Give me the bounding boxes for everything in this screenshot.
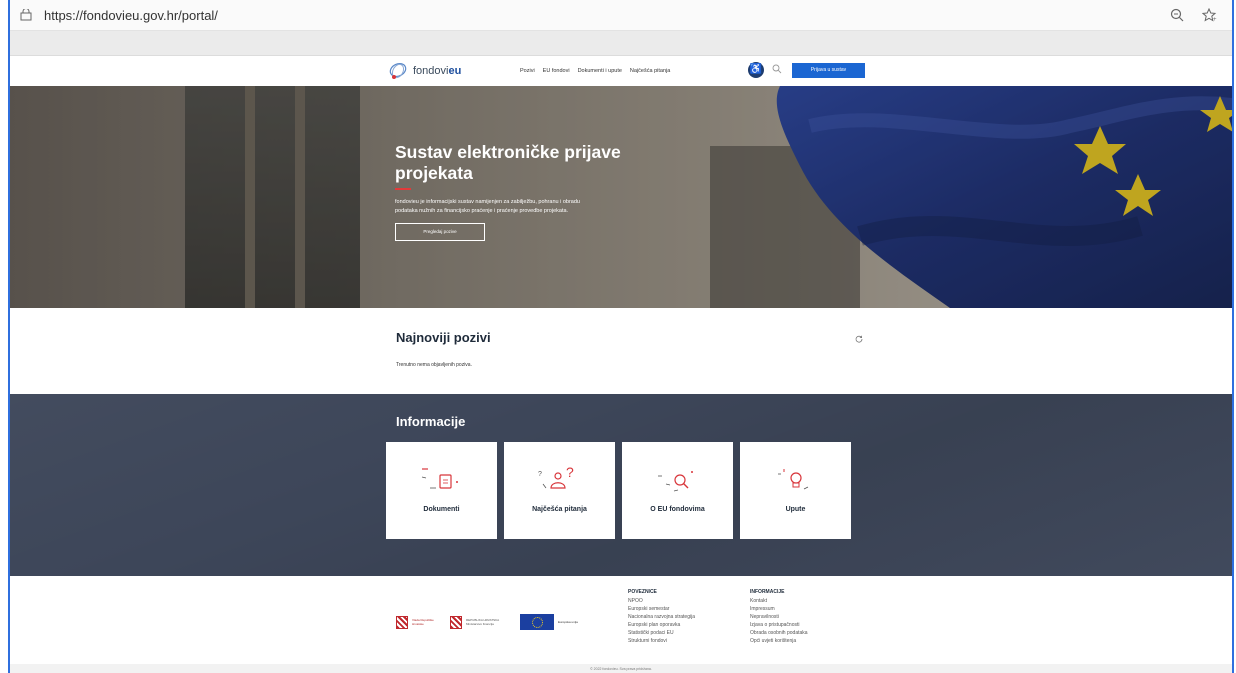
hero-content: Sustav elektroničke prijave projekata fo… xyxy=(395,142,625,241)
logo-suffix: eu xyxy=(448,65,462,77)
zoom-icon[interactable] xyxy=(1170,8,1184,22)
card-label: Najčešća pitanja xyxy=(532,506,587,513)
url-text[interactable]: https://fondovieu.gov.hr/portal/ xyxy=(44,8,218,23)
site-header: fondovieu Pozivi EU fondovi Dokumenti i … xyxy=(10,58,1232,86)
page-info-icon[interactable] xyxy=(20,9,32,21)
logo-prefix: fondovi xyxy=(413,65,449,77)
information-title: Informacije xyxy=(396,414,466,429)
latest-calls-section: Najnoviji pozivi Trenutno nema objavljen… xyxy=(10,308,1232,394)
croatian-crest-icon xyxy=(396,615,408,629)
address-bar: https://fondovieu.gov.hr/portal/ + xyxy=(10,0,1232,31)
card-o-eu-fondovima[interactable]: O EU fondovima xyxy=(622,442,733,539)
footer-links-informacije: INFORMACIJE Kontakt Impressum Nepravilno… xyxy=(750,588,808,645)
svg-text:?: ? xyxy=(538,471,542,478)
browser-toolbar-strip xyxy=(10,31,1232,56)
footer-link[interactable]: Strukturni fondovi xyxy=(628,637,695,645)
refresh-icon[interactable] xyxy=(855,335,863,343)
hero-accent-rule xyxy=(395,188,411,190)
copyright-text: © 2022 fondovieu. Sva prava pridržana. xyxy=(10,664,1232,673)
card-najcesca-pitanja[interactable]: ? ? Najčešća pitanja xyxy=(504,442,615,539)
logo-text: fondovieu xyxy=(413,65,461,77)
svg-text:?: ? xyxy=(566,466,574,480)
vlada-logo[interactable]: Vlada Republike Hrvatske xyxy=(396,615,436,629)
main-nav: Pozivi EU fondovi Dokumenti i upute Najč… xyxy=(520,68,670,74)
footer-link[interactable]: Nepravilnosti xyxy=(750,613,808,621)
footer-link[interactable]: Opći uvjeti korištenja xyxy=(750,637,808,645)
logo-mark-icon xyxy=(389,62,407,79)
nav-link-pitanja[interactable]: Najčešća pitanja xyxy=(630,68,670,74)
eu-flag-icon xyxy=(520,614,554,630)
document-icon xyxy=(421,468,458,489)
site-footer: Vlada Republike Hrvatske REPUBLIKA HRVAT… xyxy=(10,576,1232,673)
footer-heading: POVEZNICE xyxy=(628,589,657,595)
footer-links-poveznice: POVEZNICE NPOO Europski semestar Naciona… xyxy=(628,588,695,645)
footer-link[interactable]: Izjava o pristupačnosti xyxy=(750,621,808,629)
eu-logo[interactable]: Europska unija xyxy=(520,614,578,630)
footer-link[interactable]: Europski plan oporavka xyxy=(628,621,695,629)
latest-calls-title: Najnoviji pozivi xyxy=(396,330,491,345)
nav-link-dokumenti[interactable]: Dokumenti i upute xyxy=(578,68,622,74)
hero-banner: Sustav elektroničke prijave projekata fo… xyxy=(10,86,1232,308)
browse-calls-button[interactable]: Pregledaj pozive xyxy=(395,223,485,241)
footer-link[interactable]: Statistički podaci EU xyxy=(628,629,695,637)
footer-link[interactable]: Obrada osobnih podataka xyxy=(750,629,808,637)
footer-logos: Vlada Republike Hrvatske REPUBLIKA HRVAT… xyxy=(396,614,578,630)
accessibility-icon[interactable]: ♿ xyxy=(748,62,764,78)
croatian-crest-icon xyxy=(450,615,462,629)
ministarstvo-logo[interactable]: REPUBLIKA HRVATSKA Ministarstvo financij… xyxy=(450,615,506,629)
card-label: O EU fondovima xyxy=(650,506,705,513)
search-icon[interactable] xyxy=(772,64,782,74)
card-label: Dokumenti xyxy=(423,506,460,513)
card-upute[interactable]: Upute xyxy=(740,442,851,539)
nav-link-pozivi[interactable]: Pozivi xyxy=(520,68,535,74)
footer-link[interactable]: Europski semestar xyxy=(628,605,695,613)
card-dokumenti[interactable]: Dokumenti xyxy=(386,442,497,539)
footer-link[interactable]: Nacionalna razvojna strategija xyxy=(628,613,695,621)
footer-link[interactable]: Kontakt xyxy=(750,597,808,605)
browser-window: https://fondovieu.gov.hr/portal/ + fondo… xyxy=(8,0,1234,673)
footer-heading: INFORMACIJE xyxy=(750,589,785,595)
footer-link[interactable]: NPOO xyxy=(628,597,695,605)
question-icon: ? ? xyxy=(538,466,574,489)
login-button[interactable]: Prijava u sustav xyxy=(792,63,865,78)
hero-description: fondovieu je informacijski sustav namije… xyxy=(395,199,580,214)
footer-link[interactable]: Impressum xyxy=(750,605,808,613)
magnifier-icon xyxy=(658,471,693,492)
hero-title: Sustav elektroničke prijave projekata xyxy=(395,142,621,183)
information-section: Informacije Dokumenti ? ? Najčešća pitan… xyxy=(10,394,1232,576)
svg-text:+: + xyxy=(1213,17,1217,22)
nav-link-eu-fondovi[interactable]: EU fondovi xyxy=(543,68,570,74)
lightbulb-icon xyxy=(778,469,809,490)
no-calls-text: Trenutno nema objavljenih poziva. xyxy=(396,362,472,368)
card-label: Upute xyxy=(785,506,806,513)
site-logo[interactable]: fondovieu xyxy=(388,62,461,80)
favorite-star-icon[interactable]: + xyxy=(1202,8,1218,22)
